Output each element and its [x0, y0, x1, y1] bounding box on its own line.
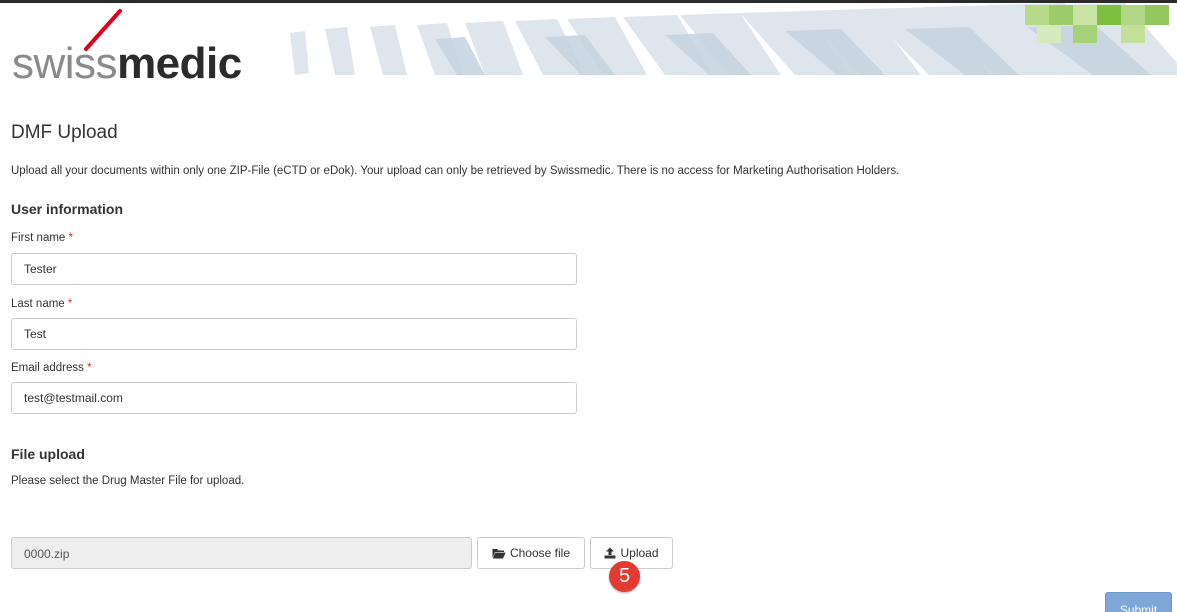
last-name-input[interactable] — [11, 318, 577, 350]
email-label: Email address * — [11, 362, 92, 374]
intro-text: Upload all your documents within only on… — [11, 165, 900, 177]
choose-file-label: Choose file — [509, 546, 571, 560]
file-upload-description: Please select the Drug Master File for u… — [11, 475, 245, 487]
required-marker: * — [68, 232, 74, 244]
header-decorative-pattern — [290, 3, 1177, 75]
upload-icon — [604, 547, 616, 559]
submit-button[interactable]: Submit — [1105, 592, 1172, 612]
first-name-label-text: First name — [11, 232, 66, 244]
file-upload-heading: File upload — [11, 446, 85, 462]
last-name-label: Last name * — [11, 298, 72, 310]
upload-label: Upload — [620, 546, 659, 560]
logo-text-bold: medic — [117, 39, 242, 88]
step-number-badge: 5 — [609, 561, 640, 592]
folder-open-icon — [492, 548, 506, 558]
required-marker: * — [67, 298, 73, 310]
logo-text-light: swiss — [12, 39, 118, 88]
user-information-heading: User information — [11, 201, 124, 217]
selected-file-display: 0000.zip — [11, 537, 472, 569]
first-name-label: First name * — [11, 232, 73, 244]
required-marker: * — [87, 362, 92, 374]
page-title: DMF Upload — [11, 122, 118, 143]
swissmedic-logo[interactable]: swissmedic — [12, 39, 242, 89]
site-header: swissmedic — [0, 3, 1177, 95]
choose-file-button[interactable]: Choose file — [477, 537, 585, 569]
email-label-text: Email address — [11, 362, 84, 374]
last-name-label-text: Last name — [11, 298, 65, 310]
first-name-input[interactable] — [11, 253, 577, 285]
email-input[interactable] — [11, 382, 577, 414]
